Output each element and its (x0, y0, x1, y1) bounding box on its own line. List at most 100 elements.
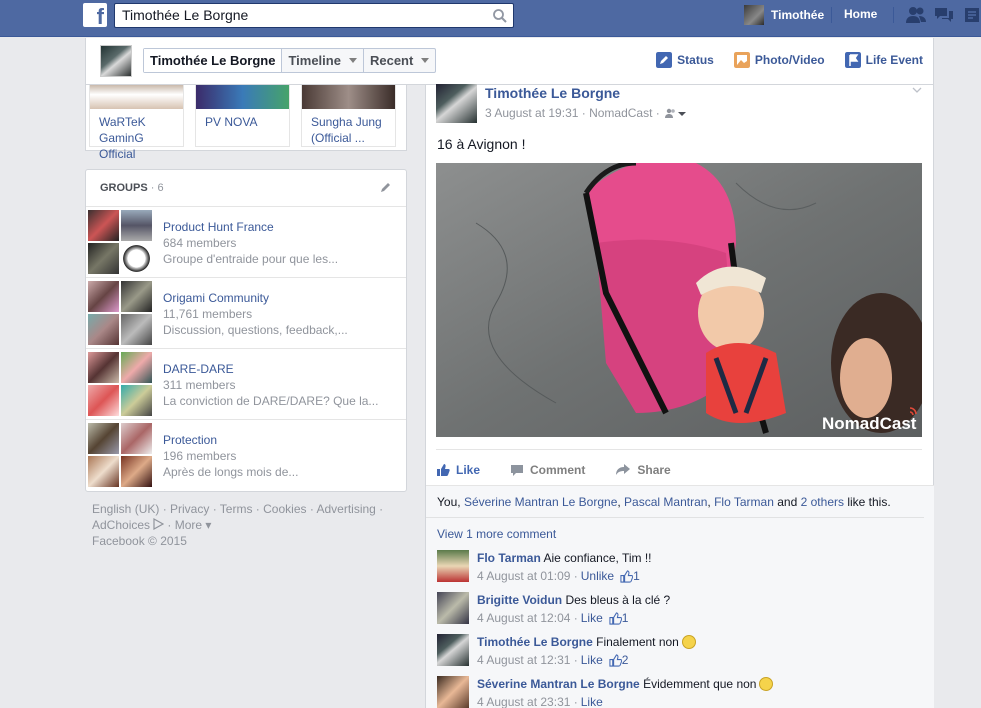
like-count-value: 1 (621, 611, 629, 625)
comment-timestamp[interactable]: 4 August at 23:31 · (477, 695, 578, 708)
search-box[interactable] (114, 3, 514, 28)
liker-link[interactable]: Flo Tarman (714, 495, 774, 509)
group-name[interactable]: Protection (163, 432, 298, 448)
photo-video-button[interactable]: Photo/Video (733, 52, 825, 68)
comment-like-button[interactable]: Like (581, 653, 603, 667)
adchoices-link[interactable]: AdChoices (92, 518, 150, 532)
page-name-2: GaminG Official (99, 131, 144, 161)
group-description: Discussion, questions, feedback,... (163, 323, 348, 337)
chevron-down-icon (421, 58, 430, 63)
like-count-value: 1 (633, 569, 640, 583)
user-avatar (744, 5, 764, 25)
stroller-photo: NomadCast (436, 163, 922, 437)
status-label: Status (677, 53, 714, 67)
comment-unlike-button[interactable]: Unlike (581, 569, 614, 583)
commenter-avatar[interactable] (437, 550, 469, 582)
share-button[interactable]: Share (615, 450, 671, 483)
like-button[interactable]: Like (436, 450, 480, 483)
groups-title[interactable]: GROUPS (100, 182, 148, 194)
notifications-icon[interactable] (961, 5, 981, 25)
footer-links[interactable]: English (UK) · Privacy · Terms · Cookies… (92, 501, 392, 517)
home-link[interactable]: Home (844, 7, 877, 21)
profile-avatar[interactable] (100, 45, 132, 77)
page-thumbnail (302, 85, 395, 109)
post-options-chevron-icon[interactable] (912, 87, 922, 93)
post-author-name[interactable]: Timothée Le Borgne (485, 85, 620, 101)
profile-link[interactable]: Timothée (744, 5, 824, 25)
timeline-breadcrumb: Timothée Le Borgne Timeline Recent (143, 48, 437, 73)
audience-friends-icon[interactable] (664, 107, 686, 119)
comment-like-count[interactable]: 1 (609, 611, 629, 625)
comment-timestamp[interactable]: 4 August at 01:09 · (477, 569, 578, 583)
messages-icon[interactable] (933, 5, 955, 25)
page-name-2: (Official ... (311, 131, 365, 145)
commenter-name[interactable]: Flo Tarman (477, 551, 541, 565)
commenter-name[interactable]: Séverine Mantran Le Borgne (477, 677, 640, 691)
comment: Flo Tarman Aie confiance, Tim !! 4 Augus… (437, 550, 917, 586)
liked-page-tile[interactable]: WaRTeK GaminG Official (89, 85, 184, 161)
comment-like-count[interactable]: 1 (620, 569, 640, 583)
like-label: Like (456, 462, 481, 477)
view-more-comments-link[interactable]: View 1 more comment (437, 527, 556, 541)
group-member-thumbnails (88, 352, 153, 417)
like-count-value: 2 (621, 653, 629, 667)
comment-like-count[interactable]: 2 (609, 653, 629, 667)
liker-link[interactable]: Pascal Mantran (624, 495, 707, 509)
crumb-recent[interactable]: Recent (364, 49, 435, 72)
user-name-label: Timothée (771, 8, 825, 22)
facebook-logo-icon[interactable]: f (83, 3, 107, 27)
post-timestamp[interactable]: 3 August at 19:31 · NomadCast · (485, 106, 660, 120)
group-item[interactable]: Protection 196 members Après de longs mois… (86, 420, 406, 491)
page-thumbnail (90, 85, 183, 109)
more-link[interactable]: · More ▾ (167, 518, 211, 532)
group-name[interactable]: Product Hunt France (163, 219, 338, 235)
life-event-label: Life Event (865, 53, 923, 67)
comment-timestamp[interactable]: 4 August at 12:04 · (477, 611, 578, 625)
group-item[interactable]: Product Hunt France 684 members Groupe d'e… (86, 207, 406, 278)
post-author-avatar[interactable] (436, 84, 477, 123)
liked-page-tile[interactable]: PV NOVA (195, 85, 290, 147)
edit-pencil-icon[interactable] (380, 181, 392, 193)
thumbs-up-icon (609, 653, 622, 667)
crumb-profile-name[interactable]: Timothée Le Borgne (144, 49, 283, 72)
friend-requests-icon[interactable] (905, 5, 927, 25)
liker-link[interactable]: Séverine Mantran Le Borgne (464, 495, 617, 509)
likes-others-link[interactable]: 2 others (801, 495, 844, 509)
group-name[interactable]: Origami Community (163, 290, 348, 306)
post-actions: Like Comment Share (436, 449, 922, 483)
comment-like-button[interactable]: Like (581, 695, 603, 708)
search-input[interactable] (122, 4, 482, 26)
status-button[interactable]: Status (656, 52, 714, 68)
group-description: La conviction de DARE/DARE? Que la... (163, 394, 379, 408)
commenter-name[interactable]: Brigitte Voidun (477, 593, 562, 607)
flag-icon (844, 52, 861, 68)
groups-box: GROUPS · 6 Product Hunt France 684 member… (85, 169, 407, 492)
search-icon[interactable] (491, 7, 509, 25)
photo-icon (733, 52, 750, 68)
adchoices-icon[interactable] (152, 517, 165, 531)
comment-button[interactable]: Comment (510, 450, 585, 483)
crumb-timeline[interactable]: Timeline (282, 49, 364, 72)
likes-box: WaRTeK GaminG Official PV NOVA Sungha Jun… (85, 85, 407, 161)
comment-like-button[interactable]: Like (581, 611, 603, 625)
comment: Brigitte Voidun Des bleus à la clé ? 4 A… (437, 592, 917, 628)
comment-timestamp[interactable]: 4 August at 12:31 · (477, 653, 578, 667)
group-name[interactable]: DARE-DARE (163, 361, 378, 377)
liked-page-tile[interactable]: Sungha Jung (Official ... (301, 85, 396, 147)
commenter-avatar[interactable] (437, 676, 469, 708)
left-column: WaRTeK GaminG Official PV NOVA Sungha Jun… (85, 85, 407, 492)
likes-suffix: like this. (847, 495, 891, 509)
commenter-avatar[interactable] (437, 592, 469, 624)
group-item[interactable]: Origami Community 11,761 members Discussio… (86, 278, 406, 349)
life-event-button[interactable]: Life Event (844, 52, 923, 68)
post-photo[interactable]: NomadCast (436, 163, 922, 437)
commenter-avatar[interactable] (437, 634, 469, 666)
chevron-down-icon (348, 58, 357, 63)
commenter-name[interactable]: Timothée Le Borgne (477, 635, 593, 649)
group-member-thumbnails (88, 281, 153, 346)
group-member-thumbnails (88, 210, 153, 275)
comment: Timothée Le Borgne Finalement non 4 Augu… (437, 634, 917, 670)
post-meta: 3 August at 19:31 · NomadCast · (485, 106, 686, 120)
group-item[interactable]: DARE-DARE 311 members La conviction de DAR… (86, 349, 406, 420)
group-members: 196 members (163, 449, 237, 463)
